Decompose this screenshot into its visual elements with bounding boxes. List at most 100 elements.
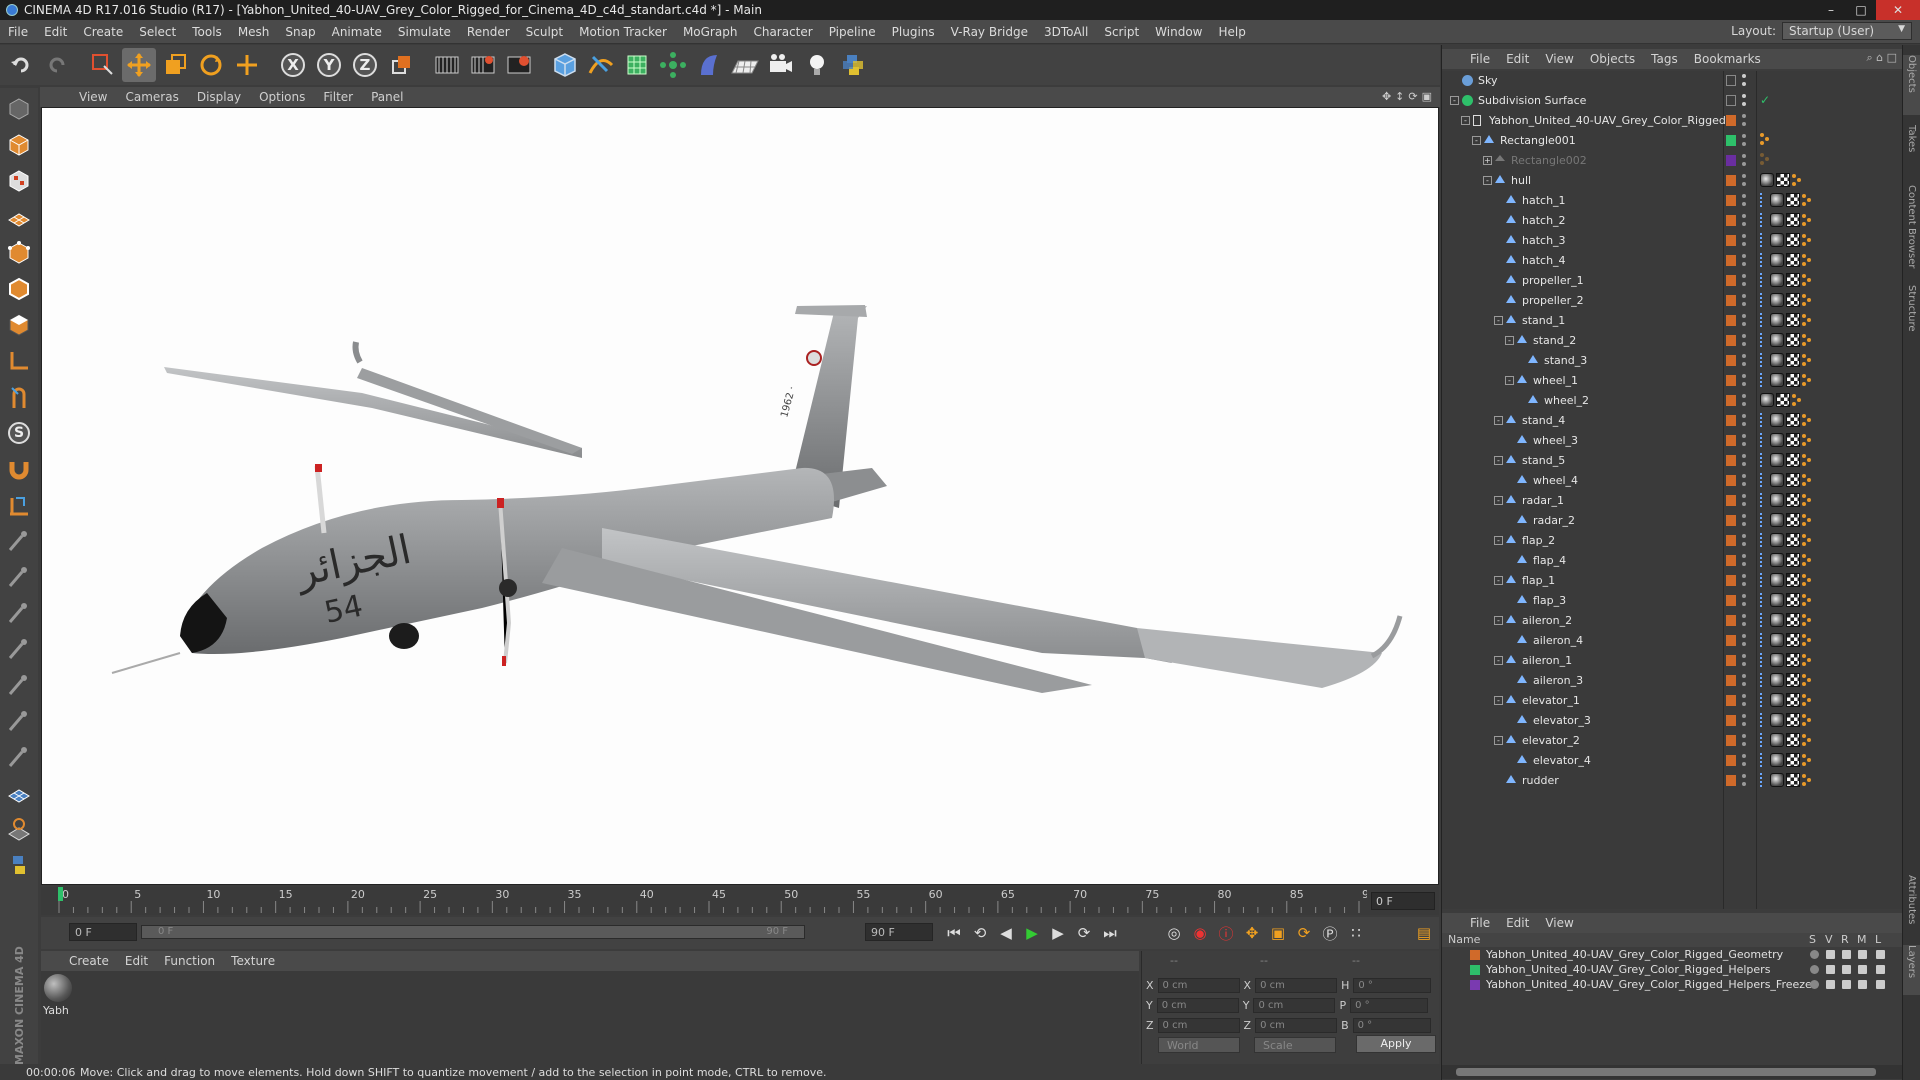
- lock-flag-icon[interactable]: [1876, 950, 1885, 959]
- render-visibility-dot[interactable]: [1742, 682, 1746, 686]
- weight-tag-icon[interactable]: [1802, 554, 1812, 566]
- texture-tag-icon[interactable]: [1786, 653, 1800, 667]
- render-visibility-dot[interactable]: [1742, 182, 1746, 186]
- texture-tag-icon[interactable]: [1776, 173, 1790, 187]
- layer-menu-file[interactable]: File: [1462, 916, 1498, 930]
- menu-simulate[interactable]: Simulate: [390, 25, 459, 39]
- weight-tag-icon[interactable]: [1802, 354, 1812, 366]
- brush-1-icon[interactable]: [3, 524, 35, 558]
- selection-tag-icon[interactable]: [1760, 773, 1768, 787]
- editor-visibility-dot[interactable]: [1742, 554, 1746, 558]
- visible-flag-icon[interactable]: [1826, 980, 1835, 989]
- fold-toggle-icon[interactable]: -: [1494, 416, 1503, 425]
- weight-tag-icon[interactable]: [1760, 153, 1770, 165]
- object-row-stand-2[interactable]: - stand_2: [1442, 331, 1903, 351]
- next-frame-icon[interactable]: ▶: [1045, 920, 1071, 946]
- editor-visibility-dot[interactable]: [1742, 194, 1746, 198]
- layer-color-swatch[interactable]: [1726, 515, 1736, 526]
- render-visibility-dot[interactable]: [1742, 242, 1746, 246]
- layer-color-swatch[interactable]: [1726, 735, 1736, 746]
- weight-tag-icon[interactable]: [1802, 674, 1812, 686]
- position-y-field[interactable]: 0 cm: [1156, 997, 1239, 1013]
- material-tag-icon[interactable]: [1770, 253, 1784, 267]
- magnet-icon[interactable]: [3, 452, 35, 486]
- selection-tag-icon[interactable]: [1760, 213, 1768, 227]
- render-visibility-dot[interactable]: [1742, 82, 1746, 86]
- model-mode-icon[interactable]: [3, 128, 35, 162]
- viewport-menu-cameras[interactable]: Cameras: [116, 90, 187, 104]
- fold-toggle-icon[interactable]: -: [1461, 116, 1470, 125]
- rotate-view-icon[interactable]: ⟳: [1408, 90, 1417, 103]
- key-position-icon[interactable]: ✥: [1239, 920, 1265, 946]
- object-row-elevator-3[interactable]: elevator_3: [1442, 711, 1903, 731]
- toggle-view-icon[interactable]: ▣: [1422, 90, 1432, 103]
- texture-tag-icon[interactable]: [1786, 413, 1800, 427]
- menu-animate[interactable]: Animate: [324, 25, 390, 39]
- texture-tag-icon[interactable]: [1786, 453, 1800, 467]
- size-x-field[interactable]: 0 cm: [1255, 977, 1338, 993]
- fold-toggle-icon[interactable]: -: [1494, 616, 1503, 625]
- render-visibility-dot[interactable]: [1742, 722, 1746, 726]
- brush-6-icon[interactable]: [3, 704, 35, 738]
- editor-visibility-dot[interactable]: [1742, 254, 1746, 258]
- selection-tag-icon[interactable]: [1760, 653, 1768, 667]
- texture-tag-icon[interactable]: [1786, 273, 1800, 287]
- texture-tag-icon[interactable]: [1786, 533, 1800, 547]
- object-row-stand-3[interactable]: stand_3: [1442, 351, 1903, 371]
- position-z-field[interactable]: 0 cm: [1157, 1017, 1240, 1033]
- layer-color-swatch[interactable]: [1726, 155, 1736, 166]
- workplane-icon[interactable]: [3, 200, 35, 234]
- object-row-stand-1[interactable]: - stand_1: [1442, 311, 1903, 331]
- scale-icon[interactable]: [158, 48, 192, 82]
- weight-tag-icon[interactable]: [1802, 274, 1812, 286]
- layer-color-swatch[interactable]: [1726, 435, 1736, 446]
- key-parameter-icon[interactable]: Ⓟ: [1317, 920, 1343, 946]
- material-tag-icon[interactable]: [1770, 233, 1784, 247]
- material-menu-edit[interactable]: Edit: [117, 954, 156, 968]
- layout-dropdown[interactable]: Startup (User) ▼: [1782, 22, 1912, 40]
- object-row-stand-5[interactable]: - stand_5: [1442, 451, 1903, 471]
- z-axis-icon[interactable]: Z: [348, 48, 382, 82]
- next-key-icon[interactable]: ⟳: [1071, 920, 1097, 946]
- fold-toggle-icon[interactable]: +: [1483, 156, 1492, 165]
- layer-color-swatch[interactable]: [1726, 655, 1736, 666]
- rotation-b-field[interactable]: 0 °: [1352, 1017, 1431, 1033]
- material-menu-function[interactable]: Function: [156, 954, 223, 968]
- size-z-field[interactable]: 0 cm: [1255, 1017, 1338, 1033]
- render-visibility-dot[interactable]: [1742, 462, 1746, 466]
- material-tag-icon[interactable]: [1770, 513, 1784, 527]
- layer-row[interactable]: Yabhon_United_40-UAV_Grey_Color_Rigged_H…: [1442, 963, 1903, 977]
- grid-icon[interactable]: [3, 812, 35, 846]
- layer-menu-view[interactable]: View: [1537, 916, 1581, 930]
- viewport-menu-options[interactable]: Options: [250, 90, 314, 104]
- object-menu-file[interactable]: File: [1462, 52, 1498, 66]
- python-script-icon[interactable]: [3, 848, 35, 882]
- weight-tag-icon[interactable]: [1802, 594, 1812, 606]
- editor-visibility-dot[interactable]: [1742, 114, 1746, 118]
- menu-sculpt[interactable]: Sculpt: [518, 25, 571, 39]
- layer-color-swatch[interactable]: [1470, 965, 1480, 975]
- selection-tag-icon[interactable]: [1760, 753, 1768, 767]
- texture-tag-icon[interactable]: [1776, 393, 1790, 407]
- render-visibility-dot[interactable]: [1742, 622, 1746, 626]
- selection-tag-icon[interactable]: [1760, 733, 1768, 747]
- object-row-radar-1[interactable]: - radar_1: [1442, 491, 1903, 511]
- editor-visibility-dot[interactable]: [1742, 94, 1746, 98]
- object-row-sky[interactable]: Sky: [1442, 71, 1903, 91]
- editor-visibility-dot[interactable]: [1742, 534, 1746, 538]
- editor-visibility-dot[interactable]: [1742, 74, 1746, 78]
- weight-tag-icon[interactable]: [1802, 514, 1812, 526]
- object-row-wheel-1[interactable]: - wheel_1: [1442, 371, 1903, 391]
- selection-tag-icon[interactable]: [1760, 573, 1768, 587]
- editor-visibility-dot[interactable]: [1742, 234, 1746, 238]
- menu-v-ray-bridge[interactable]: V-Ray Bridge: [943, 25, 1036, 39]
- texture-tag-icon[interactable]: [1786, 473, 1800, 487]
- object-row-wheel-3[interactable]: wheel_3: [1442, 431, 1903, 451]
- axis-mode-icon[interactable]: [3, 344, 35, 378]
- timeline-ruler[interactable]: 0 5 10 15 20 25 30 35 40 45 50 55 60 65 70 75 80 85 90 0 F: [41, 887, 1439, 915]
- menu-snap[interactable]: Snap: [277, 25, 323, 39]
- layer-color-swatch[interactable]: [1726, 415, 1736, 426]
- menu-3dtoall[interactable]: 3DToAll: [1036, 25, 1096, 39]
- render-visibility-dot[interactable]: [1742, 522, 1746, 526]
- texture-tag-icon[interactable]: [1786, 633, 1800, 647]
